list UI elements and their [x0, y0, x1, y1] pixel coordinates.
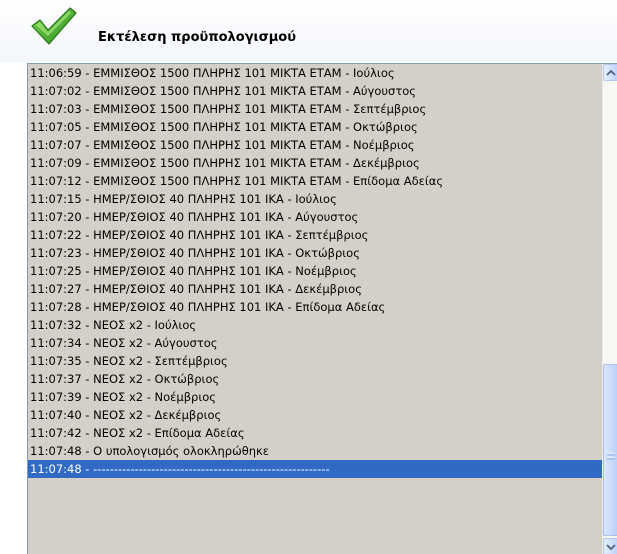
log-line[interactable]: 11:07:20 - ΗΜΕΡ/ΣΘΙΟΣ 40 ΠΛΗΡΗΣ 101 ΙΚΑ … — [28, 208, 603, 226]
log-list: 11:06:59 - ΕΜΜΙΣΘΟΣ 1500 ΠΛΗΡΗΣ 101 ΜΙΚΤ… — [28, 64, 603, 478]
budget-execution-window: Εκτέλεση προϋπολογισμού 11:06:59 - ΕΜΜΙΣ… — [0, 0, 617, 554]
grip-icon — [607, 445, 615, 460]
log-line[interactable]: 11:07:37 - ΝΕΟΣ x2 - Οκτώβριος — [28, 370, 603, 388]
log-line[interactable]: 11:07:02 - ΕΜΜΙΣΘΟΣ 1500 ΠΛΗΡΗΣ 101 ΜΙΚΤ… — [28, 82, 603, 100]
log-line[interactable]: 11:07:39 - ΝΕΟΣ x2 - Νοέμβριος — [28, 388, 603, 406]
log-line[interactable]: 11:07:42 - ΝΕΟΣ x2 - Επίδομα Αδείας — [28, 424, 603, 442]
log-line[interactable]: 11:07:23 - ΗΜΕΡ/ΣΘΙΟΣ 40 ΠΛΗΡΗΣ 101 ΙΚΑ … — [28, 244, 603, 262]
log-line[interactable]: 11:07:03 - ΕΜΜΙΣΘΟΣ 1500 ΠΛΗΡΗΣ 101 ΜΙΚΤ… — [28, 100, 603, 118]
checkmark-icon — [30, 6, 78, 46]
scroll-up-button[interactable] — [603, 64, 617, 81]
log-line[interactable]: 11:07:15 - ΗΜΕΡ/ΣΘΙΟΣ 40 ΠΛΗΡΗΣ 101 ΙΚΑ … — [28, 190, 603, 208]
log-line[interactable]: 11:07:07 - ΕΜΜΙΣΘΟΣ 1500 ΠΛΗΡΗΣ 101 ΜΙΚΤ… — [28, 136, 603, 154]
log-line[interactable]: 11:07:35 - ΝΕΟΣ x2 - Σεπτέμβριος — [28, 352, 603, 370]
log-line[interactable]: 11:07:48 - Ο υπολογισμός ολοκληρώθηκε — [28, 442, 603, 460]
log-line[interactable]: 11:07:09 - ΕΜΜΙΣΘΟΣ 1500 ΠΛΗΡΗΣ 101 ΜΙΚΤ… — [28, 154, 603, 172]
scrollbar-thumb[interactable] — [603, 364, 617, 536]
vertical-scrollbar[interactable] — [602, 64, 617, 554]
log-line[interactable]: 11:06:59 - ΕΜΜΙΣΘΟΣ 1500 ΠΛΗΡΗΣ 101 ΜΙΚΤ… — [28, 64, 603, 82]
log-line[interactable]: 11:07:32 - ΝΕΟΣ x2 - Ιούλιος — [28, 316, 603, 334]
log-line[interactable]: 11:07:12 - ΕΜΜΙΣΘΟΣ 1500 ΠΛΗΡΗΣ 101 ΜΙΚΤ… — [28, 172, 603, 190]
page-title: Εκτέλεση προϋπολογισμού — [98, 30, 297, 45]
header-bar: Εκτέλεση προϋπολογισμού — [0, 0, 617, 62]
log-line[interactable]: 11:07:25 - ΗΜΕΡ/ΣΘΙΟΣ 40 ΠΛΗΡΗΣ 101 ΙΚΑ … — [28, 262, 603, 280]
log-line[interactable]: 11:07:28 - ΗΜΕΡ/ΣΘΙΟΣ 40 ΠΛΗΡΗΣ 101 ΙΚΑ … — [28, 298, 603, 316]
log-line[interactable]: 11:07:22 - ΗΜΕΡ/ΣΘΙΟΣ 40 ΠΛΗΡΗΣ 101 ΙΚΑ … — [28, 226, 603, 244]
log-line[interactable]: 11:07:27 - ΗΜΕΡ/ΣΘΙΟΣ 40 ΠΛΗΡΗΣ 101 ΙΚΑ … — [28, 280, 603, 298]
log-line[interactable]: 11:07:34 - ΝΕΟΣ x2 - Αύγουστος — [28, 334, 603, 352]
log-line-selected[interactable]: 11:07:48 - -----------------------------… — [28, 460, 603, 478]
scroll-down-button[interactable] — [603, 538, 617, 554]
log-line[interactable]: 11:07:05 - ΕΜΜΙΣΘΟΣ 1500 ΠΛΗΡΗΣ 101 ΜΙΚΤ… — [28, 118, 603, 136]
progress-log-listbox[interactable]: 11:06:59 - ΕΜΜΙΣΘΟΣ 1500 ΠΛΗΡΗΣ 101 ΜΙΚΤ… — [27, 63, 617, 554]
log-line[interactable]: 11:07:40 - ΝΕΟΣ x2 - Δεκέμβριος — [28, 406, 603, 424]
